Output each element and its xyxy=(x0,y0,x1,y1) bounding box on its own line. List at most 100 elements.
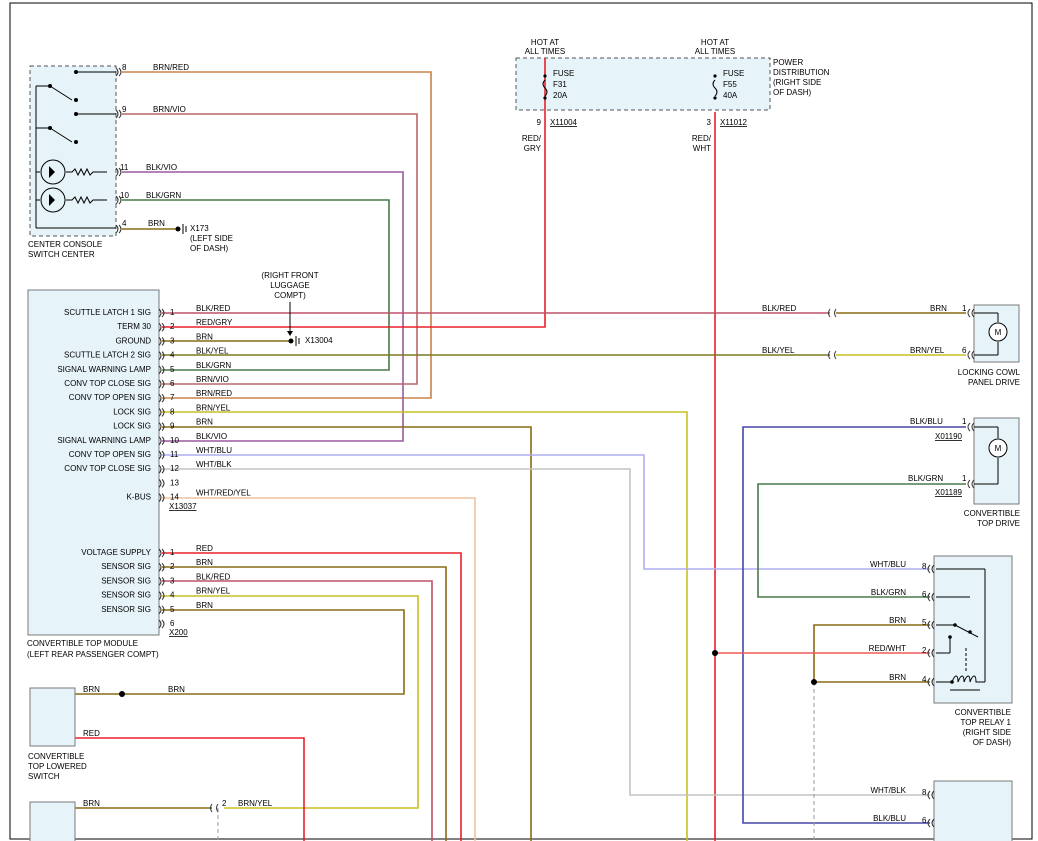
wire-color-label: BLK/GRN xyxy=(146,191,181,200)
module-name-2: (LEFT REAR PASSENGER COMPT) xyxy=(27,650,159,659)
module-pin-label: LOCK SIG xyxy=(113,407,151,416)
cowl-wire-color-2: BRN/YEL xyxy=(910,346,945,355)
module-pin-number: 13 xyxy=(170,478,179,487)
relay-1-name-3: (RIGHT SIDE xyxy=(963,728,1011,737)
pin-marker xyxy=(158,619,165,629)
ground-location-1: (LEFT SIDE xyxy=(190,234,233,243)
module-wire-color: BLK/RED xyxy=(196,572,230,581)
pin-markers xyxy=(967,308,975,360)
top-drive-box xyxy=(973,417,1020,505)
module-pin-label: CONV TOP CLOSE SIG xyxy=(64,379,151,388)
center-console-box xyxy=(29,65,117,237)
relay-1-name-4: OF DASH) xyxy=(973,738,1012,747)
relay-1-name-2: TOP RELAY 1 xyxy=(960,718,1011,727)
hot-label-2b: ALL TIMES xyxy=(695,47,735,56)
fuse-label: FUSE xyxy=(553,69,574,78)
wire-red-gry xyxy=(162,112,546,328)
relay-wire-color: WHT/BLK xyxy=(870,786,906,795)
cowl-pin-2: 6 xyxy=(962,346,967,355)
hot-label-1b: ALL TIMES xyxy=(525,47,565,56)
module-pin-number: 1 xyxy=(170,548,175,557)
module-pin-label: TERM 30 xyxy=(117,322,151,331)
diagram-frame xyxy=(9,2,1033,840)
convertible-top-drive: BLK/BLU 1 X01190 BLK/GRN 1 X01189 M CONV… xyxy=(908,417,1020,528)
fuse-terminal-bottom xyxy=(713,96,717,100)
module-pin-label: SENSOR SIG xyxy=(101,576,151,585)
hot-label-2a: HOT AT xyxy=(701,38,729,47)
wire-brn-yel-sensor4 xyxy=(162,595,419,809)
top-drive-wire-color-2: BLK/GRN xyxy=(908,474,943,483)
pin-markers xyxy=(115,67,122,234)
ground-x13004-label-3: COMPT) xyxy=(274,291,306,300)
dashed-wires xyxy=(217,682,815,841)
module-wire-color: BRN xyxy=(196,332,213,341)
relay-wire-color: BLK/BLU xyxy=(873,814,906,823)
module-pin-number: 6 xyxy=(170,619,175,628)
module-pin-number: 14 xyxy=(170,493,179,502)
wire-color-label: BRN xyxy=(148,219,165,228)
splice-dot-red xyxy=(712,650,718,656)
module-pin-label: SENSOR SIG xyxy=(101,605,151,614)
relay-2-pins: 8 WHT/BLK 6 BLK/BLU xyxy=(870,786,935,828)
cowl-wire-color-1: BRN xyxy=(930,304,947,313)
wire-brn-red-console xyxy=(122,71,432,399)
module-wire-color: BRN/VIO xyxy=(196,375,229,384)
module-wire-color: RED xyxy=(196,544,213,553)
lowered-switch-name-3: SWITCH xyxy=(28,772,60,781)
module-wire-color: BLK/YEL xyxy=(196,347,229,356)
module-pin-label: GROUND xyxy=(115,336,151,345)
cowl-pin-1: 1 xyxy=(962,304,967,313)
ground-id: X173 xyxy=(190,224,209,233)
ground-arrow-head xyxy=(287,331,293,336)
locking-cowl-name-1: LOCKING COWL xyxy=(958,368,1021,377)
module-pin-label: SCUTTLE LATCH 2 SIG xyxy=(64,351,151,360)
module-pin-label: SENSOR SIG xyxy=(101,562,151,571)
module-pin-number: 5 xyxy=(170,365,175,374)
fuse-terminal-top xyxy=(543,74,547,78)
wire-color-label: RED xyxy=(83,729,100,738)
fuse-terminal-top xyxy=(713,74,717,78)
relay-pin-number: 4 xyxy=(922,675,927,684)
convertible-top-lowered-switch: BRN BRN RED CONVERTIBLE TOP LOWERED SWIT… xyxy=(28,685,185,781)
wire-blk-vio-console xyxy=(122,171,404,442)
relay-1-pins: 8 WHT/BLU 6 BLK/GRN 5 BRN 2 RED/WHT 4 BRN xyxy=(869,560,935,687)
module-wire-color: BRN/YEL xyxy=(196,587,231,596)
ground-icon xyxy=(288,338,294,344)
fuse-rating: 40A xyxy=(723,91,738,100)
fuse-pin: 9 xyxy=(537,118,542,127)
pin-number: 2 xyxy=(222,799,227,808)
module-pin-number: 4 xyxy=(170,351,175,360)
wire-wht-blu xyxy=(162,454,930,570)
center-console-name2: SWITCH CENTER xyxy=(28,250,95,259)
module-pin-label: SIGNAL WARNING LAMP xyxy=(57,436,151,445)
fuse-id: F31 xyxy=(553,80,567,89)
relay-2-box xyxy=(933,780,1013,841)
relay-1-box xyxy=(933,555,1013,704)
fuse-wire-2: WHT xyxy=(693,144,711,153)
module-pin-label: CONV TOP OPEN SIG xyxy=(69,450,151,459)
top-drive-pin-2: 1 xyxy=(962,474,967,483)
module-pin-number: 10 xyxy=(170,436,179,445)
wire-color-label: BLK/VIO xyxy=(146,163,177,172)
fuse-pin: 3 xyxy=(707,118,712,127)
module-wire-color: BLK/GRN xyxy=(196,361,231,370)
module-wire-color: BLK/VIO xyxy=(196,432,227,441)
ground-x13004-id: X13004 xyxy=(305,336,333,345)
lowered-switch-name-1: CONVERTIBLE xyxy=(28,752,84,761)
module-pin-number: 4 xyxy=(170,591,175,600)
power-distribution-title1: POWER xyxy=(773,58,803,67)
ground-x13004-label-1: (RIGHT FRONT xyxy=(261,271,318,280)
relay-pin-number: 6 xyxy=(922,590,927,599)
module-wire-color: BRN xyxy=(196,601,213,610)
relay-pin-number: 8 xyxy=(922,562,927,571)
lowered-switch-box xyxy=(29,687,76,747)
pin-number: 9 xyxy=(122,105,127,114)
lowered-switch-name-2: TOP LOWERED xyxy=(28,762,87,771)
module-wire-color: BRN/YEL xyxy=(196,403,231,412)
module-connector-id: X200 xyxy=(169,628,188,637)
power-distribution-title2: DISTRIBUTION xyxy=(773,68,830,77)
top-drive-name-2: TOP DRIVE xyxy=(977,519,1020,528)
module-pin-label: LOCK SIG xyxy=(113,422,151,431)
power-distribution-title4: OF DASH) xyxy=(773,88,812,97)
wire-blk-red-sensor3 xyxy=(162,580,433,841)
